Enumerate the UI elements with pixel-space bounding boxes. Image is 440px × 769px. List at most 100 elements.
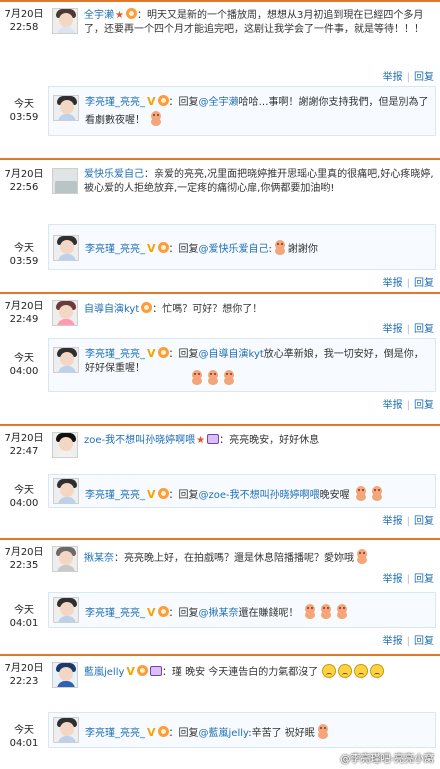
report-link[interactable]: 举报 <box>383 400 403 411</box>
reply-timestamp: 今天 03:59 <box>9 99 39 123</box>
comment-timestamp: 7月20日 22:35 <box>4 547 44 571</box>
avatar[interactable] <box>53 478 79 504</box>
comment-thread: 7月20日 22:56 爱快乐爱自己：亲爱的亮亮,况里面把晓婷推开思瑶心里真的很… <box>0 158 440 292</box>
comment-feed: 7月20日 22:58 全宇濑★ ：明天又是新的一个播放周，想想从3月初追到現在已… <box>0 0 440 769</box>
reply-link[interactable]: 回复 <box>414 278 434 289</box>
user-link[interactable]: 李亮瑾_亮亮_ <box>85 349 145 360</box>
avatar[interactable] <box>53 95 79 121</box>
comment-message: 瑾 晚安 今天連告白的力氣都沒了 <box>171 667 319 678</box>
reply-box: 李亮瑾_亮亮_ V ：回复@自導自演kyt放心準新娘，我一切安好，倒是你，好好保重喔… <box>48 338 436 392</box>
comment-actions: 举报 | 回复 <box>382 636 434 647</box>
user-link[interactable]: 全宇濑 <box>84 10 114 21</box>
mention-link[interactable]: @zoe-我不想叫孙晓婷啊喂 <box>199 490 320 501</box>
flower-badge-icon <box>157 95 169 106</box>
report-link[interactable]: 举报 <box>383 516 403 527</box>
user-link[interactable]: 李亮瑾_亮亮_ <box>85 728 145 739</box>
pig-emoji-icon <box>303 603 317 619</box>
comment-thread: 7月20日 22:58 全宇濑★ ：明天又是新的一个播放周，想想从3月初追到現在已… <box>0 0 440 137</box>
user-link[interactable]: 自導自演kyt <box>84 304 139 315</box>
avatar[interactable] <box>52 168 78 194</box>
avatar[interactable] <box>53 717 79 743</box>
reply-box: 李亮瑾_亮亮_ V ：回复@爱快乐爱自己: 謝謝你 <box>48 224 436 270</box>
crying-emoji-icon <box>354 664 369 678</box>
user-link[interactable]: 李亮瑾_亮亮_ <box>85 608 145 619</box>
flower-badge-icon <box>157 242 169 253</box>
reply-timestamp: 今天 04:00 <box>9 485 39 509</box>
pig-emoji-icon <box>319 603 333 619</box>
pig-emoji-icon <box>206 369 220 385</box>
flower-badge-icon <box>157 488 169 499</box>
verified-badge-icon: V <box>147 95 156 108</box>
report-link[interactable]: 举报 <box>383 636 403 647</box>
mention-link[interactable]: @藍嵐jelly <box>199 728 249 739</box>
comment-text: zoe-我不想叫孙晓婷啊喂★ ：亮亮晚安，好好休息 <box>84 434 320 446</box>
user-link[interactable]: zoe-我不想叫孙晓婷啊喂 <box>84 435 195 446</box>
comment-timestamp: 7月20日 22:56 <box>4 169 44 193</box>
comment-actions: 举报 | 回复 <box>382 72 434 83</box>
reply-link[interactable]: 回复 <box>414 636 434 647</box>
verified-badge-icon: V <box>126 665 135 678</box>
report-link[interactable]: 举报 <box>383 278 403 289</box>
reply-box: 李亮瑾_亮亮_ V ：回复@zoe-我不想叫孙晓婷啊喂晚安喔 <box>48 474 436 508</box>
user-link[interactable]: 揪某奈 <box>84 553 114 564</box>
report-link[interactable]: 举报 <box>383 574 403 585</box>
reply-text: 李亮瑾_亮亮_ V ：回复@揪某奈還在賺錢呢！ <box>85 603 433 621</box>
reply-timestamp: 今天 04:01 <box>9 605 39 629</box>
comment-timestamp: 7月20日 22:23 <box>4 663 44 687</box>
comment-message: 亮亮晚安，好好休息 <box>229 435 320 446</box>
tv-badge-icon <box>207 434 220 444</box>
verified-badge-icon: V <box>147 242 156 255</box>
reply-link[interactable]: 回复 <box>414 324 434 335</box>
report-link[interactable]: 举报 <box>383 72 403 83</box>
comment-timestamp: 7月20日 22:58 <box>4 9 44 33</box>
avatar[interactable] <box>53 597 79 623</box>
user-link[interactable]: 爱快乐爱自己 <box>84 169 144 180</box>
comment-thread: 7月20日 22:49 自導自演kyt ：忙嗎？可好？想你了！ 举报 | 回复 今天 … <box>0 292 440 420</box>
reply-text: 李亮瑾_亮亮_ V ：回复@藍嵐jelly:辛苦了 祝好眠 <box>85 723 433 741</box>
comment-actions: 举报 | 回复 <box>382 516 434 527</box>
reply-timestamp: 今天 04:00 <box>9 353 39 377</box>
reply-link[interactable]: 回复 <box>414 72 434 83</box>
crying-emoji-icon <box>370 664 385 678</box>
comment-message: 亮亮晚上好，在拍戲嗎？還是休息陪播播呢？愛妳哦 <box>124 553 354 564</box>
reply-box: 李亮瑾_亮亮_ V ：回复@藍嵐jelly:辛苦了 祝好眠 <box>48 712 436 748</box>
flower-badge-icon <box>141 302 153 313</box>
reply-link[interactable]: 回复 <box>414 400 434 411</box>
mention-link[interactable]: @爱快乐爱自己 <box>199 244 269 255</box>
reply-link[interactable]: 回复 <box>414 516 434 527</box>
reply-text: 李亮瑾_亮亮_ V ：回复@爱快乐爱自己: 謝謝你 <box>85 239 433 257</box>
star-badge-icon: ★ <box>196 435 206 446</box>
flower-badge-icon <box>157 606 169 617</box>
avatar[interactable] <box>52 662 78 688</box>
comment-actions: 举报 | 回复 <box>382 278 434 289</box>
pig-emoji-icon <box>355 548 369 564</box>
avatar[interactable] <box>52 8 78 34</box>
reply-box: 李亮瑾_亮亮_ V ：回复@全宇濑哈哈…事啊！謝謝你支持我們，但是別為了看劇數夜喔！ <box>48 86 436 136</box>
avatar[interactable] <box>53 347 79 373</box>
comment-actions: 举报 | 回复 <box>382 574 434 585</box>
flower-badge-icon <box>157 726 169 737</box>
pig-emoji-icon <box>335 603 349 619</box>
report-link[interactable]: 举报 <box>383 324 403 335</box>
comment-actions: 举报 | 回复 <box>382 324 434 335</box>
reply-timestamp: 今天 03:59 <box>9 243 39 267</box>
reply-text: 李亮瑾_亮亮_ V ：回复@全宇濑哈哈…事啊！謝謝你支持我們，但是別為了看劇數夜喔！ <box>85 95 429 126</box>
user-link[interactable]: 李亮瑾_亮亮_ <box>85 490 145 501</box>
flower-badge-icon <box>157 347 169 358</box>
avatar[interactable] <box>52 432 78 458</box>
mention-link[interactable]: @揪某奈 <box>199 608 239 619</box>
avatar[interactable] <box>52 546 78 572</box>
pig-emoji-icon <box>222 369 236 385</box>
user-link[interactable]: 李亮瑾_亮亮_ <box>85 97 145 108</box>
avatar[interactable] <box>52 300 78 326</box>
reply-link[interactable]: 回复 <box>414 574 434 585</box>
user-link[interactable]: 李亮瑾_亮亮_ <box>85 244 145 255</box>
verified-badge-icon: V <box>147 347 156 360</box>
user-link[interactable]: 藍嵐jelly <box>84 667 124 678</box>
verified-badge-icon: V <box>147 606 156 619</box>
mention-link[interactable]: @自導自演kyt <box>199 349 264 360</box>
pig-emoji-icon <box>316 723 330 739</box>
verified-badge-icon: V <box>147 488 156 501</box>
mention-link[interactable]: @全宇濑 <box>199 97 239 108</box>
avatar[interactable] <box>53 235 79 261</box>
